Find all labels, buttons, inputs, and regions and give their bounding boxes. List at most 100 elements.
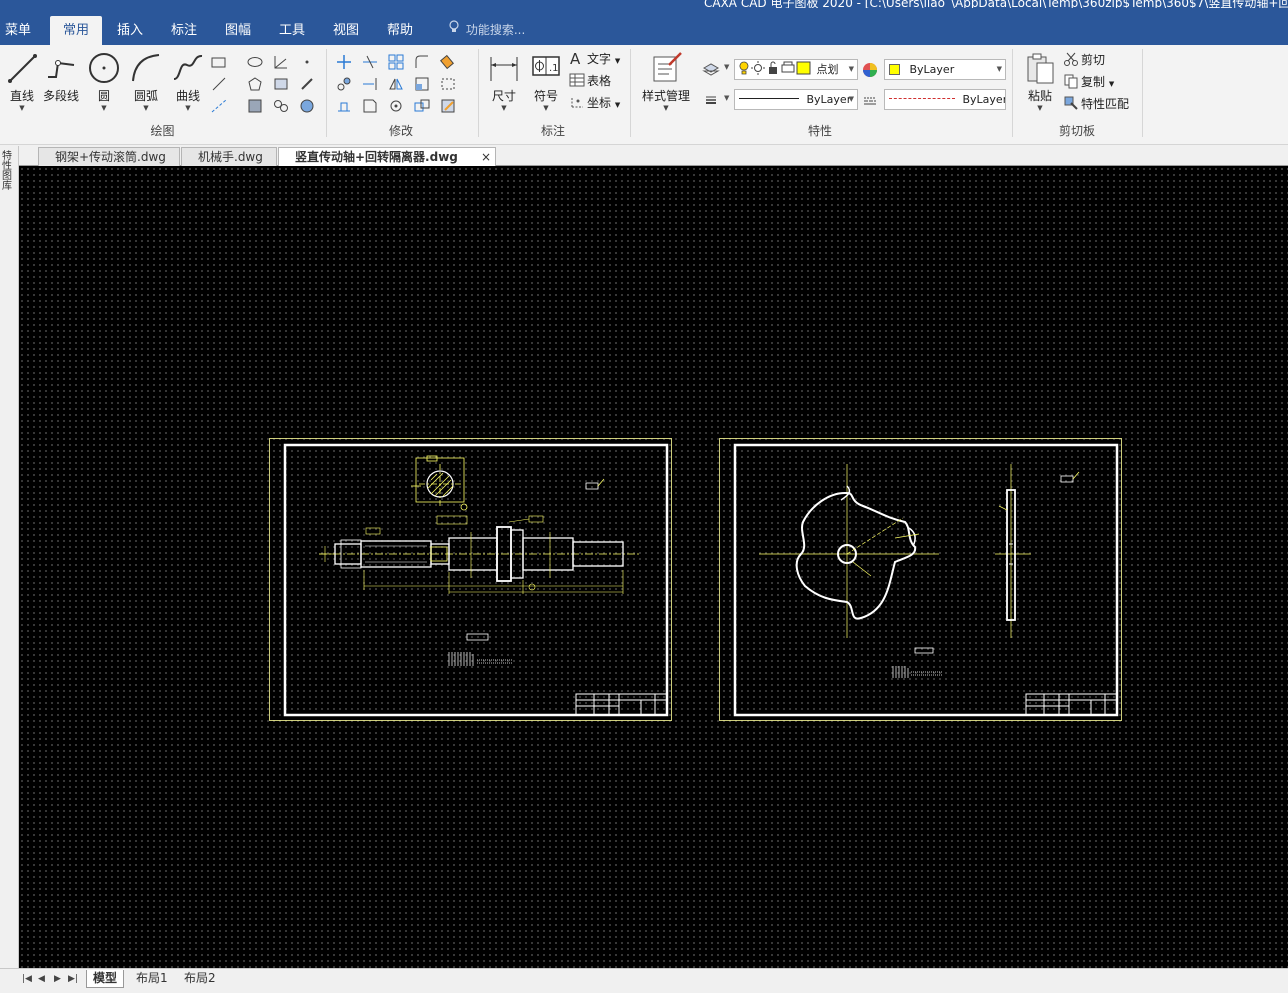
paste-button[interactable]: 粘贴 ▼ (1018, 49, 1062, 119)
region-icon[interactable] (298, 97, 316, 115)
tab-annotate[interactable]: 标注 (162, 16, 206, 45)
tab-view[interactable]: 视图 (324, 16, 368, 45)
chevron-down-icon: ▼ (543, 104, 549, 112)
chevron-down-icon: ▼ (848, 65, 854, 73)
angle-line-icon[interactable] (272, 53, 290, 71)
layout-tab-bar: |◀ ◀ ▶ ▶| 模型 布局1 布局2 (0, 968, 1288, 993)
coordinate-button[interactable]: 坐标 ▼ (569, 93, 620, 113)
last-layout-icon[interactable]: ▶| (68, 974, 78, 984)
tab-help[interactable]: 帮助 (378, 16, 422, 45)
curve-button[interactable]: 曲线 ▼ (166, 49, 210, 119)
paste-label: 粘贴 (1027, 89, 1052, 103)
layout-tab-2[interactable]: 布局2 (178, 970, 222, 988)
scale-icon[interactable] (413, 75, 431, 93)
point-icon[interactable] (298, 53, 316, 71)
copy-button[interactable]: 复制 ▼ (1063, 72, 1114, 92)
cut-label: 剪切 (1081, 53, 1106, 67)
chevron-down-icon: ▼ (848, 95, 854, 103)
move-icon[interactable] (335, 53, 353, 71)
ellipse-icon[interactable] (246, 53, 264, 71)
first-layout-icon[interactable]: |◀ (22, 974, 32, 984)
linetype-icon[interactable] (861, 92, 879, 110)
function-search[interactable]: 功能搜索... (448, 16, 525, 45)
cut-button[interactable]: 剪切 (1063, 50, 1105, 70)
prev-layout-icon[interactable]: ◀ (38, 974, 45, 984)
function-search-label: 功能搜索... (465, 23, 526, 37)
title-block (575, 693, 668, 716)
block-icon[interactable] (246, 97, 264, 115)
fillet-icon[interactable] (413, 53, 431, 71)
menu-bar: 菜单 常用 插入 标注 图幅 工具 视图 帮助 功能搜索... (0, 8, 1288, 45)
hatch-icon[interactable] (272, 75, 290, 93)
coordinate-icon (571, 97, 583, 108)
color-wheel-icon[interactable] (861, 61, 879, 79)
drawing-sheet-shaft[interactable] (269, 438, 672, 721)
rectangle-icon[interactable] (210, 53, 228, 71)
doc-tab-steel-frame[interactable]: 钢架+传动滚筒.dwg (38, 147, 180, 166)
shaft-main-view (319, 526, 641, 582)
layout-tab-model[interactable]: 模型 (86, 970, 125, 988)
explode-icon[interactable] (413, 97, 431, 115)
circle-button[interactable]: 圆 ▼ (82, 49, 126, 119)
window-title: CAXA CAD 电子图板 2020 - [C:\Users\liao_\App… (704, 0, 1288, 8)
polyline-button[interactable]: 多段线 (38, 49, 84, 119)
linetype-value: ByLayer (962, 93, 1006, 106)
arc-button[interactable]: 圆弧 ▼ (124, 49, 168, 119)
annotate-group-label: 标注 (540, 124, 565, 138)
menu-main[interactable]: 菜单 (0, 16, 36, 45)
rotate-icon[interactable] (387, 97, 405, 115)
color-swatch (889, 64, 900, 75)
style-manager-label: 样式管理 (641, 89, 690, 103)
multi-circle-icon[interactable] (272, 97, 290, 115)
match-properties-button[interactable]: 特性匹配 (1063, 94, 1129, 114)
polyline-label: 多段线 (42, 89, 79, 103)
parallel-line-icon[interactable] (210, 75, 228, 93)
table-button[interactable]: 表格 (569, 71, 611, 91)
doc-tab-manipulator[interactable]: 机械手.dwg (181, 147, 277, 166)
tab-tools[interactable]: 工具 (270, 16, 314, 45)
text-button[interactable]: A 文字 ▼ (569, 49, 620, 69)
tab-common[interactable]: 常用 (50, 16, 102, 45)
next-layout-icon[interactable]: ▶ (54, 974, 61, 984)
eraser-icon[interactable] (439, 53, 457, 71)
polygon-icon[interactable] (246, 75, 264, 93)
lineweight-select[interactable]: ByLayer ▼ (734, 89, 858, 110)
color-select[interactable]: ByLayer ▼ (884, 59, 1006, 80)
array-icon[interactable] (387, 53, 405, 71)
centerline-icon[interactable] (210, 97, 228, 115)
technical-notes-text (892, 666, 943, 678)
layer-manager-icon[interactable] (702, 60, 720, 78)
style-manager-button[interactable]: 样式管理 ▼ (638, 49, 694, 119)
edit-icon[interactable] (439, 97, 457, 115)
coordinate-label: 坐标 (587, 96, 612, 110)
tab-insert[interactable]: 插入 (108, 16, 152, 45)
close-icon[interactable]: × (481, 148, 491, 166)
extend-icon[interactable] (361, 75, 379, 93)
break-icon[interactable] (439, 75, 457, 93)
chevron-down-icon[interactable]: ▼ (724, 94, 729, 102)
pen-icon[interactable] (298, 75, 316, 93)
dimension-label: 尺寸 (491, 89, 516, 103)
color-value: ByLayer (909, 63, 955, 76)
chevron-down-icon[interactable]: ▼ (724, 63, 729, 71)
rotor-side-view (995, 464, 1031, 638)
doc-tab-vertical-shaft[interactable]: 竖直传动轴+回转隔离器.dwg × (278, 147, 496, 167)
tab-sheet[interactable]: 图幅 (216, 16, 260, 45)
layer-select[interactable]: 点划 ▼ (734, 59, 858, 80)
linetype-select[interactable]: ByLayer (884, 89, 1006, 110)
copy-object-icon[interactable] (335, 75, 353, 93)
lineweight-icon[interactable] (702, 91, 720, 109)
drawing-sheet-isolator[interactable] (719, 438, 1122, 721)
drawing-canvas[interactable] (19, 166, 1288, 968)
chevron-down-icon: ▼ (501, 104, 507, 112)
mirror-icon[interactable] (387, 75, 405, 93)
side-panel[interactable]: 特性图库 (0, 146, 19, 968)
symbol-button[interactable]: .1 符号 ▼ (524, 49, 568, 119)
table-icon (569, 73, 585, 87)
dimension-button[interactable]: 尺寸 ▼ (482, 49, 526, 119)
layout-tab-1[interactable]: 布局1 (130, 970, 174, 988)
chamfer-icon[interactable] (361, 97, 379, 115)
trim-icon[interactable] (361, 53, 379, 71)
tolerance-symbol-icon: .1 (532, 56, 560, 76)
stretch-icon[interactable] (335, 97, 353, 115)
